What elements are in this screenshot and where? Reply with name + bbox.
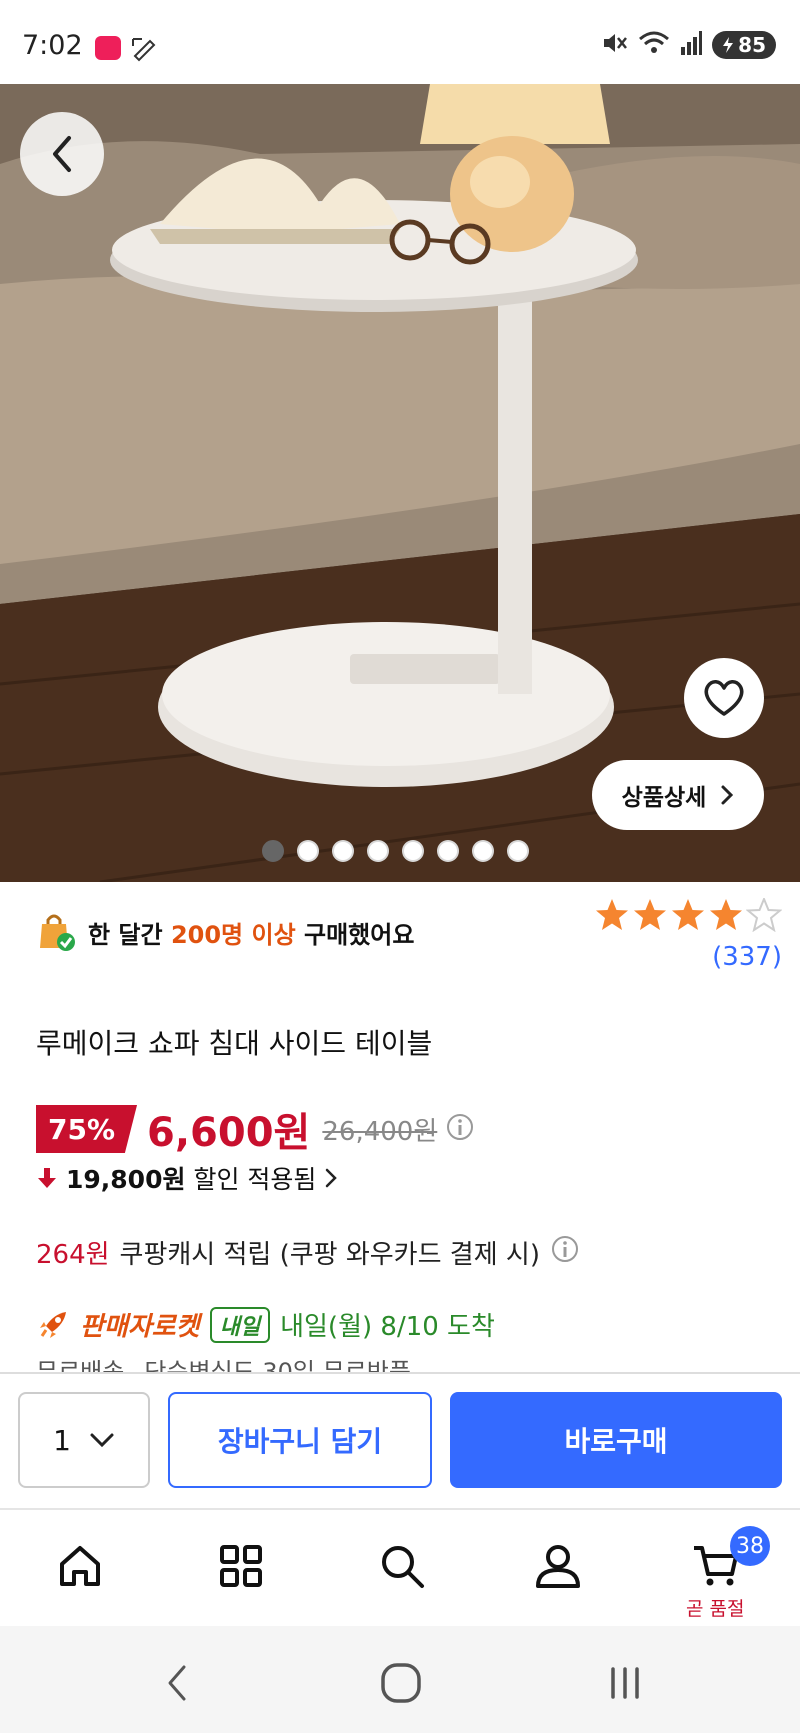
battery-charging-icon: [723, 37, 734, 53]
cart-soon-soldout-label: 곧 품절: [686, 1598, 745, 1620]
system-home-button[interactable]: [376, 1658, 426, 1708]
shopping-bag-check-icon: [40, 914, 75, 951]
product-image-carousel[interactable]: 상품상세: [0, 84, 800, 882]
system-back-button[interactable]: [152, 1658, 202, 1708]
mute-icon: [602, 31, 628, 59]
wifi-icon: [638, 30, 670, 60]
cash-text: 쿠팡캐시 적립 (쿠팡 와우카드 결제 시): [119, 1240, 540, 1270]
star-rating: [594, 898, 782, 932]
review-count[interactable]: (337): [712, 942, 782, 972]
rating[interactable]: (337): [594, 898, 782, 972]
buyers-suffix: 구매했어요: [295, 920, 415, 949]
star-empty-icon: [746, 898, 782, 932]
nav-home[interactable]: [50, 1536, 110, 1596]
star-filled-icon: [672, 899, 704, 930]
product-detail-button[interactable]: 상품상세: [592, 760, 764, 830]
system-back-icon: [168, 1665, 186, 1701]
info-icon[interactable]: [550, 1234, 580, 1271]
system-recents-icon: [611, 1667, 639, 1699]
carousel-dot[interactable]: [332, 840, 354, 862]
star-filled-icon: [596, 899, 628, 930]
star-filled-icon: [634, 899, 666, 930]
price-row: 75% 6,600원 26,400원: [36, 1100, 475, 1158]
add-to-cart-button[interactable]: 장바구니 담기: [168, 1392, 432, 1488]
discount-applied-text: 할인 적용됨: [193, 1165, 317, 1194]
my-page-icon: [536, 1545, 580, 1588]
buy-now-button[interactable]: 바로구매: [450, 1392, 782, 1488]
discount-badge: 75%: [36, 1105, 138, 1153]
rocket-icon: [40, 1311, 66, 1338]
screenshot-icon: [130, 34, 158, 62]
original-price: 26,400원: [322, 1116, 438, 1147]
discount-applied-row[interactable]: 19,800원 할인 적용됨: [36, 1160, 338, 1196]
app-notification-icon: [95, 36, 121, 60]
product-detail-label: 상품상세: [621, 785, 707, 811]
chevron-down-icon: [90, 1433, 114, 1448]
system-navigation-bar: [0, 1626, 800, 1733]
system-home-icon: [381, 1663, 421, 1703]
nav-category[interactable]: [211, 1536, 271, 1596]
category-icon: [220, 1545, 262, 1587]
nav-my-page[interactable]: [528, 1536, 588, 1596]
status-icons: 85: [602, 30, 776, 60]
signal-icon: [680, 31, 703, 59]
carousel-indicator: [262, 840, 529, 862]
search-icon: [382, 1546, 424, 1588]
carousel-dot[interactable]: [262, 840, 284, 862]
buyers-prefix: 한 달간: [88, 920, 171, 949]
cash-amount: 264원: [36, 1240, 110, 1270]
cash-reward-row: 264원 쿠팡캐시 적립 (쿠팡 와우카드 결제 시): [36, 1234, 580, 1271]
carousel-dot[interactable]: [437, 840, 459, 862]
sale-price: 6,600원: [147, 1110, 311, 1156]
quantity-selector[interactable]: 1: [18, 1392, 150, 1488]
nav-search[interactable]: [372, 1536, 432, 1596]
status-bar: 7:02 85: [0, 0, 800, 84]
carousel-dot[interactable]: [402, 840, 424, 862]
status-time: 7:02: [22, 30, 83, 61]
buyers-highlight: 200명 이상: [170, 920, 296, 949]
bottom-navigation: 38 곧 품절: [0, 1508, 800, 1626]
product-title: 루메이크 쇼파 침대 사이드 테이블: [36, 1027, 433, 1060]
seller-rocket-label: 판매자로켓: [80, 1312, 200, 1342]
arrow-down-icon: [38, 1168, 56, 1188]
battery-level: 85: [738, 33, 766, 57]
purchase-action-bar: 1 장바구니 담기 바로구매: [0, 1372, 800, 1508]
carousel-dot[interactable]: [367, 840, 389, 862]
system-recents-button[interactable]: [600, 1658, 650, 1708]
heart-outline-icon: [704, 680, 744, 716]
chevron-right-icon: [721, 785, 734, 805]
back-button[interactable]: [20, 112, 104, 196]
carousel-dot[interactable]: [297, 840, 319, 862]
carousel-dot[interactable]: [472, 840, 494, 862]
battery-indicator: 85: [712, 31, 776, 59]
favorite-button[interactable]: [684, 658, 764, 738]
quantity-value: 1: [53, 1423, 71, 1457]
info-icon[interactable]: [445, 1112, 475, 1146]
discount-amount: 19,800원: [66, 1165, 186, 1194]
delivery-info-row: 판매자로켓 내일 내일(월) 8/10 도착: [36, 1306, 495, 1343]
purchase-count-banner: 한 달간 200명 이상 구매했어요: [36, 912, 414, 952]
carousel-dot[interactable]: [507, 840, 529, 862]
chevron-right-icon: [326, 1168, 338, 1188]
cart-count-badge: 38: [730, 1526, 770, 1566]
chevron-left-icon: [53, 136, 71, 172]
tomorrow-badge: 내일: [209, 1306, 271, 1343]
home-icon: [60, 1546, 100, 1586]
arrival-date: 내일(월) 8/10 도착: [280, 1312, 495, 1342]
star-filled-icon: [710, 899, 742, 930]
